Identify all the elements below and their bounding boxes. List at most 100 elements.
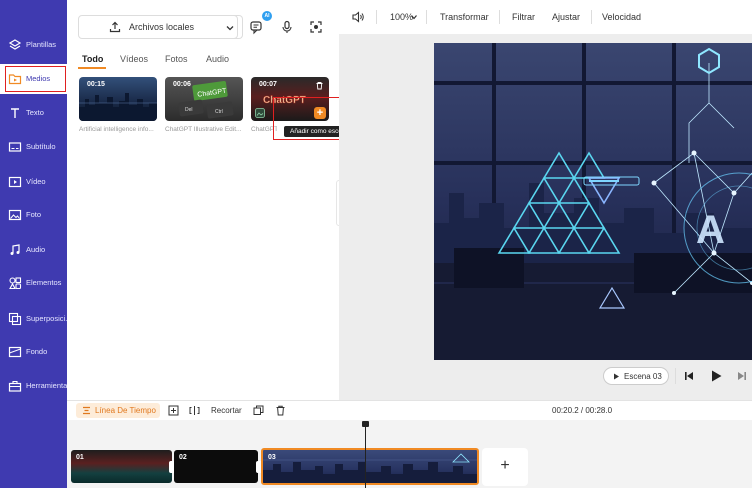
skip-forward-icon[interactable] (737, 371, 747, 381)
upload-icon (109, 21, 121, 33)
duplicate-icon[interactable] (253, 405, 264, 416)
svg-text:ChatGPT: ChatGPT (263, 95, 306, 106)
sidebar-item-medios[interactable]: Medios (0, 64, 67, 94)
photo-badge-icon (255, 108, 265, 118)
trash-icon[interactable] (275, 405, 286, 416)
sidebar-item-label: Subtítulo (26, 142, 56, 151)
record-audio-button[interactable] (278, 18, 296, 36)
sidebar-item-label: Elementos (26, 278, 62, 287)
timeline-toggle[interactable]: Línea De Tiempo (76, 403, 160, 418)
folder-icon (8, 74, 22, 85)
controls-divider (675, 368, 676, 384)
scene-selector[interactable]: Escena 03 (603, 367, 669, 385)
sidebar-item-label: Medios (26, 74, 51, 83)
trim-button[interactable]: Recortar (211, 406, 242, 415)
media-duration: 00:15 (87, 81, 105, 88)
clip-number: 01 (76, 454, 84, 461)
timeline-icon (83, 406, 90, 415)
chevron-down-icon (411, 15, 417, 20)
edit-toolbar: 100% Transformar Filtrar Ajustar Velocid… (339, 0, 752, 34)
timeline-toolbar: Línea De Tiempo Recortar 00:20.2 / 00:28… (67, 400, 752, 420)
add-clip-button[interactable]: + (482, 448, 528, 486)
music-icon (10, 244, 20, 255)
screen-capture-icon (310, 21, 322, 33)
media-duration: 00:06 (173, 81, 191, 88)
subtitle-icon (8, 142, 22, 152)
media-item[interactable]: ChatGPT Del Ctrl 00:06 (165, 77, 243, 121)
ai-scene-frame: A (434, 43, 752, 360)
ai-badge: AI (262, 11, 272, 21)
sidebar-item-subtitulo[interactable]: Subtítulo (0, 132, 67, 162)
video-preview[interactable]: A (434, 43, 752, 360)
local-files-button[interactable]: Archivos locales (78, 15, 238, 39)
sidebar-item-label: Fondo (26, 347, 48, 356)
tab-todo[interactable]: Todo (82, 54, 103, 64)
sidebar-item-plantillas[interactable]: Plantillas (0, 30, 67, 60)
media-duration: 00:07 (259, 81, 277, 88)
background-icon (8, 346, 22, 358)
media-item[interactable]: 00:15 (79, 77, 157, 121)
microphone-icon (282, 20, 292, 33)
sidebar-item-elementos[interactable]: Elementos (0, 268, 67, 298)
skip-back-icon[interactable] (684, 371, 694, 381)
media-item[interactable]: ChatGPT 00:07 + (251, 77, 329, 121)
split-icon[interactable] (189, 405, 200, 416)
tab-videos[interactable]: Vídeos (120, 54, 148, 64)
toolbar-divider (591, 10, 592, 24)
sidebar-item-label: Herramientas (26, 381, 67, 390)
source-dropdown[interactable] (217, 15, 243, 39)
elements-icon (9, 277, 22, 290)
sidebar-item-texto[interactable]: Texto (0, 98, 67, 128)
add-square-icon[interactable] (168, 405, 179, 416)
sidebar-item-audio[interactable]: Audio (0, 235, 67, 265)
svg-text:A: A (696, 208, 725, 252)
volume-icon[interactable] (352, 11, 365, 23)
playhead-line[interactable] (365, 422, 366, 488)
timeline-title: Línea De Tiempo (95, 406, 156, 415)
screen-record-button[interactable] (307, 18, 325, 36)
toolbox-icon (8, 380, 22, 392)
tab-fotos[interactable]: Fotos (165, 54, 188, 64)
svg-text:Ctrl: Ctrl (215, 109, 223, 115)
adjust-button[interactable]: Ajustar (552, 12, 580, 22)
sidebar-item-herramientas[interactable]: Herramientas (0, 371, 67, 401)
timeline-track: 01 02 03 + (67, 420, 752, 488)
ai-subtitle-button[interactable] (247, 18, 265, 36)
add-as-scene-button[interactable]: + (314, 107, 326, 119)
layers-icon (8, 39, 22, 50)
sidebar-item-video[interactable]: Vídeo (0, 167, 67, 197)
timeline-clip[interactable]: 02 (174, 450, 258, 483)
sidebar-item-label: Audio (26, 245, 46, 254)
text-icon (11, 108, 19, 118)
overlay-icon (8, 312, 22, 326)
sidebar-item-label: Superposici... (26, 314, 67, 323)
local-files-label: Archivos locales (129, 22, 195, 32)
media-caption: Artificial intelligence info... (79, 126, 154, 133)
filter-button[interactable]: Filtrar (512, 12, 535, 22)
photo-icon (8, 209, 22, 221)
play-icon[interactable] (711, 370, 722, 382)
sidebar-item-label: Vídeo (26, 177, 46, 186)
trash-icon[interactable] (315, 81, 324, 90)
toolbar-divider (376, 10, 377, 24)
timeline-time: 00:20.2 / 00:28.0 (552, 406, 613, 415)
sidebar-item-fondo[interactable]: Fondo (0, 337, 67, 367)
sidebar-item-label: Texto (26, 108, 44, 117)
scene-label: Escena 03 (624, 372, 662, 381)
playback-controls: Escena 03 (339, 362, 752, 392)
clip-filmstrip (263, 453, 477, 483)
clip-number: 03 (268, 454, 276, 461)
sidebar-item-label: Foto (26, 210, 42, 219)
sidebar: Plantillas Medios Texto Subtítulo Vídeo … (0, 0, 67, 488)
sidebar-item-foto[interactable]: Foto (0, 200, 67, 230)
chevron-down-icon (226, 26, 234, 31)
transform-button[interactable]: Transformar (440, 12, 489, 22)
tab-audio[interactable]: Audio (206, 54, 229, 64)
speed-button[interactable]: Velocidad (602, 12, 641, 22)
video-icon (8, 176, 22, 188)
playhead-handle[interactable] (362, 421, 369, 427)
play-icon (614, 373, 619, 380)
timeline-clip[interactable]: 01 (71, 450, 172, 483)
sidebar-item-superposicion[interactable]: Superposici... (0, 304, 67, 334)
timeline-clip-selected[interactable]: 03 (261, 448, 479, 485)
